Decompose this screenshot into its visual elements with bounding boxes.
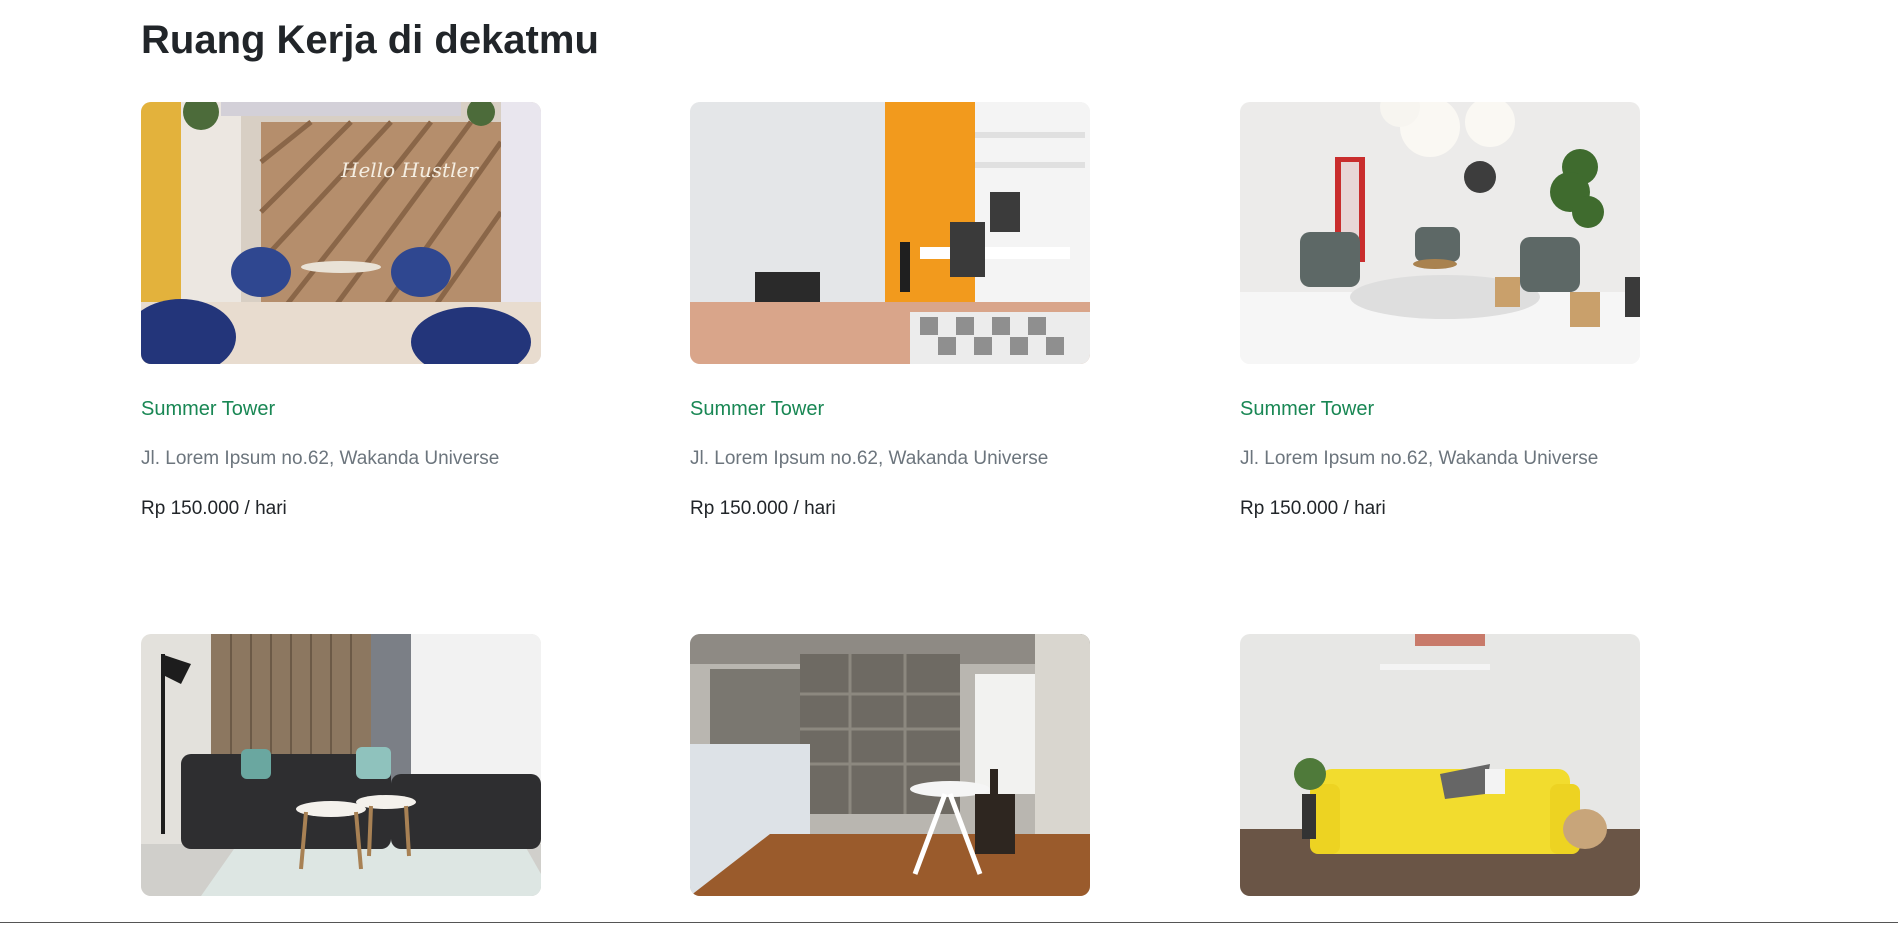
workspace-card[interactable] bbox=[141, 634, 541, 896]
workspace-name[interactable]: Summer Tower bbox=[1240, 398, 1374, 421]
workspace-price: Rp 150.000 / hari bbox=[690, 498, 836, 519]
workspace-card[interactable]: Summer Tower Jl. Lorem Ipsum no.62, Waka… bbox=[690, 102, 1090, 519]
workspace-photo[interactable] bbox=[1240, 102, 1640, 364]
workspace-name[interactable]: Summer Tower bbox=[141, 398, 275, 421]
workspace-price: Rp 150.000 / hari bbox=[1240, 498, 1386, 519]
workspace-card[interactable] bbox=[1240, 634, 1640, 896]
section-title: Ruang Kerja di dekatmu bbox=[141, 18, 599, 62]
workspace-card[interactable] bbox=[690, 634, 1090, 896]
workspace-name[interactable]: Summer Tower bbox=[690, 398, 824, 421]
workspace-photo[interactable] bbox=[690, 102, 1090, 364]
workspace-photo[interactable] bbox=[1240, 634, 1640, 896]
workspace-card[interactable]: Hello Hustler Summer Tower Jl. Lorem Ips… bbox=[141, 102, 541, 519]
viewport-bottom-edge bbox=[0, 922, 1898, 923]
workspace-card[interactable]: Summer Tower Jl. Lorem Ipsum no.62, Waka… bbox=[1240, 102, 1640, 519]
workspace-address: Jl. Lorem Ipsum no.62, Wakanda Universe bbox=[1240, 448, 1599, 469]
workspace-photo[interactable] bbox=[690, 634, 1090, 896]
workspace-price: Rp 150.000 / hari bbox=[141, 498, 287, 519]
workspace-address: Jl. Lorem Ipsum no.62, Wakanda Universe bbox=[141, 448, 500, 469]
workspace-photo[interactable]: Hello Hustler bbox=[141, 102, 541, 364]
neon-sign-text: Hello Hustler bbox=[340, 158, 479, 182]
workspace-photo[interactable] bbox=[141, 634, 541, 896]
workspace-address: Jl. Lorem Ipsum no.62, Wakanda Universe bbox=[690, 448, 1049, 469]
